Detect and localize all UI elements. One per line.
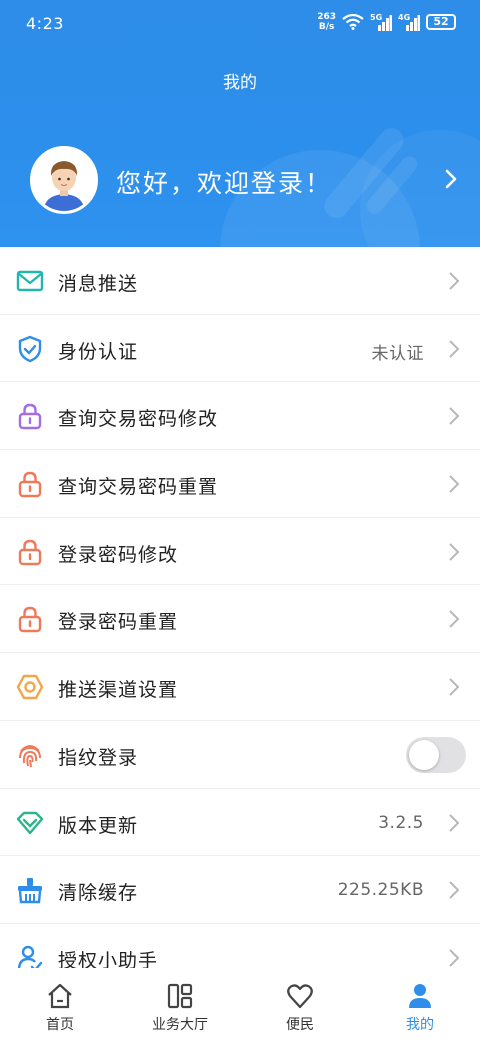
- menu-item-clear-cache[interactable]: 清除缓存 225.25KB: [0, 856, 480, 924]
- chevron-right-icon: [449, 475, 460, 493]
- chevron-right-icon: [449, 881, 460, 899]
- login-greeting[interactable]: 您好，欢迎登录！: [116, 164, 332, 200]
- tab-label: 业务大厅: [152, 1017, 208, 1033]
- profile-header: 4:23 263 B/s 5G 4G 52 我的 您好，欢迎登录！: [0, 0, 480, 247]
- grid-icon: [167, 983, 193, 1009]
- chevron-right-icon: [449, 543, 460, 561]
- bottom-tab-bar: 首页 业务大厅 便民 我的: [0, 968, 480, 1040]
- tab-label: 我的: [406, 1017, 434, 1033]
- tab-label: 便民: [286, 1017, 314, 1033]
- lock-icon: [18, 471, 42, 498]
- menu-item-label: 查询交易密码重置: [58, 476, 219, 499]
- menu-item-fingerprint-login: 指纹登录: [0, 721, 480, 789]
- menu-item-push-channel-settings[interactable]: 推送渠道设置: [0, 653, 480, 721]
- menu-item-label: 消息推送: [58, 273, 139, 295]
- tab-home[interactable]: 首页: [0, 968, 120, 1040]
- basket-icon: [18, 878, 42, 904]
- chevron-right-icon: [449, 949, 460, 967]
- settings-list: 消息推送 身份认证 未认证 查询交易密码修改 查询交易密码重置 登录密码修改 登…: [0, 247, 480, 992]
- toggle-knob: [409, 739, 439, 770]
- verification-status: 未认证: [371, 343, 424, 364]
- status-icons: 263 B/s 5G 4G 52: [317, 12, 456, 32]
- chevron-right-icon: [449, 678, 460, 696]
- person-icon: [409, 984, 431, 1008]
- menu-item-label: 版本更新: [58, 814, 139, 837]
- menu-item-login-password-change[interactable]: 登录密码修改: [0, 518, 480, 586]
- lock-icon: [18, 607, 42, 633]
- signal-5g-icon: 5G: [370, 13, 392, 31]
- wifi-icon: [342, 14, 364, 30]
- menu-item-identity-verification[interactable]: 身份认证 未认证: [0, 315, 480, 383]
- chevron-right-icon: [449, 407, 460, 426]
- menu-item-version-update[interactable]: 版本更新 3.2.5: [0, 789, 480, 857]
- tab-business-hall[interactable]: 业务大厅: [120, 968, 240, 1040]
- chevron-right-icon: [449, 813, 460, 832]
- chevron-right-icon[interactable]: [444, 168, 458, 190]
- diamond-icon: [16, 811, 44, 834]
- menu-item-query-trade-password-reset[interactable]: 查询交易密码重置: [0, 450, 480, 518]
- shield-icon: [18, 335, 42, 362]
- lock-icon: [18, 539, 42, 565]
- hex-nut-icon: [16, 674, 44, 700]
- mail-icon: [16, 270, 44, 292]
- menu-item-label: 身份认证: [58, 340, 139, 363]
- menu-item-message-push[interactable]: 消息推送: [0, 247, 480, 315]
- tab-mine[interactable]: 我的: [360, 968, 480, 1040]
- avatar-illustration-icon: [33, 149, 95, 211]
- avatar[interactable]: [30, 146, 98, 214]
- status-bar: 4:23 263 B/s 5G 4G 52: [0, 0, 480, 48]
- tab-label: 首页: [46, 1017, 74, 1033]
- menu-item-label: 清除缓存: [58, 882, 139, 905]
- version-number: 3.2.5: [378, 812, 424, 833]
- status-time: 4:23: [26, 14, 64, 33]
- fingerprint-icon: [19, 744, 41, 767]
- menu-item-label: 查询交易密码修改: [58, 408, 219, 431]
- menu-item-label: 推送渠道设置: [58, 679, 179, 702]
- chevron-right-icon: [449, 272, 460, 290]
- fingerprint-toggle[interactable]: [406, 736, 466, 773]
- network-speed-unit: B/s: [318, 22, 335, 32]
- page-title: 我的: [223, 73, 257, 93]
- network-speed: 263 B/s: [317, 12, 336, 32]
- menu-item-login-password-reset[interactable]: 登录密码重置: [0, 585, 480, 654]
- home-icon: [48, 983, 72, 1009]
- cache-size: 225.25KB: [337, 880, 424, 901]
- chevron-right-icon: [449, 339, 460, 358]
- menu-item-query-trade-password-change[interactable]: 查询交易密码修改: [0, 382, 480, 451]
- battery-indicator: 52: [426, 14, 456, 30]
- tab-convenience[interactable]: 便民: [240, 968, 360, 1040]
- menu-item-label: 登录密码修改: [58, 543, 179, 566]
- menu-item-label: 登录密码重置: [58, 611, 179, 634]
- lock-icon: [18, 404, 42, 430]
- menu-item-label: 指纹登录: [58, 746, 139, 769]
- signal-4g-icon: 4G: [398, 13, 420, 31]
- heart-icon: [287, 984, 313, 1009]
- network-speed-value: 263: [317, 12, 336, 22]
- chevron-right-icon: [449, 610, 460, 629]
